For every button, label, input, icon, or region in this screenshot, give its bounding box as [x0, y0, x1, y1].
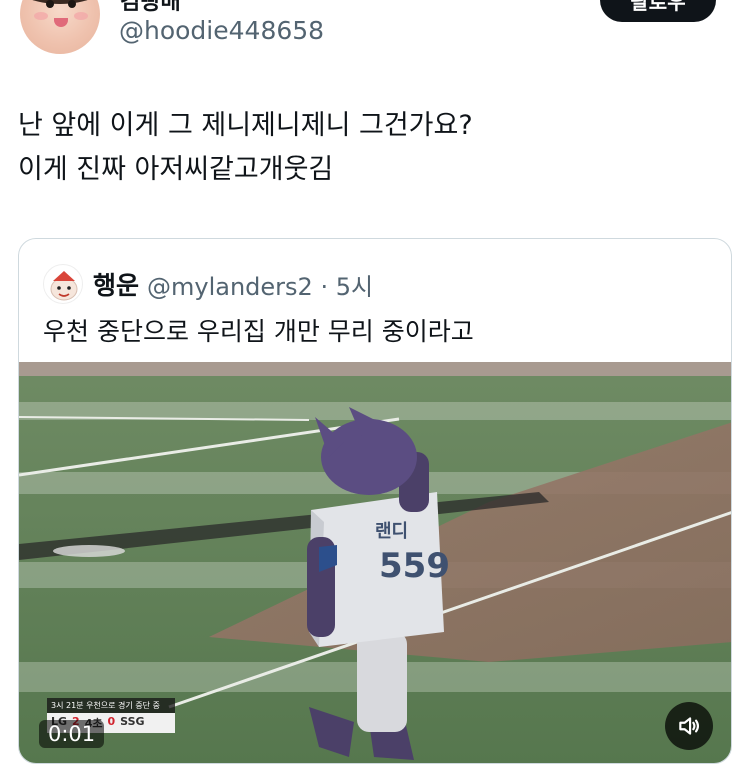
team2-score: 0 — [107, 715, 116, 728]
quoted-display-name[interactable]: 행운 — [93, 266, 139, 302]
display-name[interactable]: 김빵배 — [120, 0, 181, 16]
avatar-eye — [68, 0, 76, 8]
tweet-line: 난 앞에 이게 그 제니제니제니 그건가요? — [18, 110, 473, 141]
avatar-hair — [20, 0, 100, 4]
jersey-number-text: 559 — [379, 546, 450, 586]
team2-label: SSG — [120, 715, 145, 728]
quoted-tweet-header: 행운 @mylanders2 · 5시 — [43, 264, 373, 304]
speaker-icon — [679, 717, 700, 735]
mascot-avatar-icon — [50, 271, 78, 301]
video-player[interactable]: 랜디 559 3시 21분 우천으로 경기 중단 중 LG 2 4초 0 SSG… — [19, 362, 731, 763]
quoted-user-avatar[interactable] — [43, 264, 83, 304]
avatar-cheek — [74, 12, 88, 20]
quoted-handle-time[interactable]: @mylanders2 · 5시 — [147, 267, 373, 302]
tweet-line: 이게 진짜 아저씨같고개웃김 — [18, 154, 334, 185]
mute-toggle-button[interactable] — [665, 702, 713, 750]
quoted-tweet-text: 우천 중단으로 우리집 개만 무리 중이라고 — [43, 317, 474, 346]
user-handle[interactable]: @hoodie448658 — [119, 16, 324, 45]
follow-button[interactable]: 팔로우 — [600, 0, 716, 22]
tweet-header: 김빵배 @hoodie448658 팔로우 — [0, 0, 738, 70]
avatar-eye — [46, 0, 54, 8]
user-avatar[interactable] — [20, 0, 100, 54]
tweet-text: 난 앞에 이게 그 제니제니제니 그건가요? 이게 진짜 아저씨같고개웃김 — [18, 104, 473, 192]
video-timer: 0:01 — [39, 720, 105, 748]
avatar-cheek — [34, 12, 48, 20]
jersey-name-text: 랜디 — [375, 521, 408, 542]
avatar-tongue — [54, 18, 68, 27]
quoted-tweet-card[interactable]: 행운 @mylanders2 · 5시 우천 중단으로 우리집 개만 무리 중이… — [18, 238, 732, 764]
scoreboard-caption: 3시 21분 우천으로 경기 중단 중 — [47, 698, 175, 713]
